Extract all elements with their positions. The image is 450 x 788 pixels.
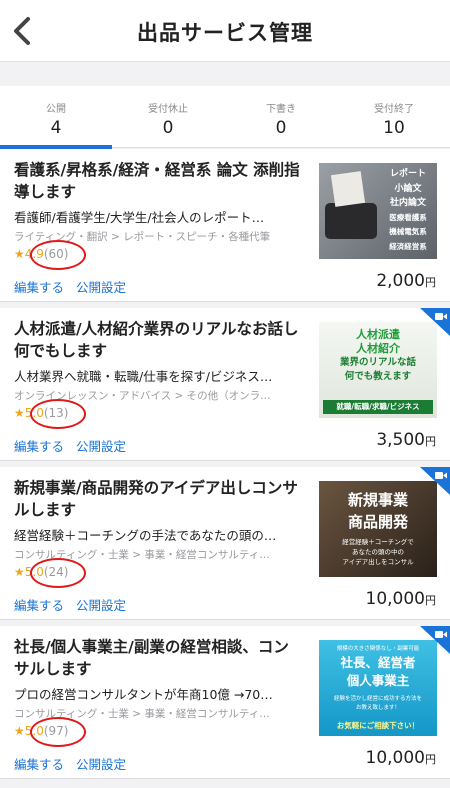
star-icon: ★ (14, 724, 25, 738)
tab-count: 10 (383, 118, 405, 138)
thumb-line: 医療看護系 (389, 212, 427, 222)
price: 3,500円 (376, 430, 436, 450)
highlight-circle-annotation (30, 399, 86, 429)
star-icon: ★ (14, 247, 25, 261)
price-value: 3,500 (376, 430, 425, 450)
tab-count: 0 (162, 118, 174, 138)
thumb-line: レポート (389, 169, 426, 179)
star-icon: ★ (14, 565, 25, 579)
highlight-circle-annotation (30, 558, 86, 588)
thumb-line: アイデア出しをコンサル (342, 558, 414, 566)
service-subtitle: 看護師/看護学生/大学生/社会人のレポート… (14, 210, 265, 225)
edit-link[interactable]: 編集する (14, 757, 64, 772)
star-icon: ★ (14, 406, 25, 420)
publish-settings-link[interactable]: 公開設定 (76, 439, 126, 454)
currency-unit: 円 (425, 594, 436, 607)
tab-label: 受付休止 (148, 104, 188, 115)
tab-label: 下書き (266, 104, 296, 115)
service-title: 社長/個人事業主/副業の経営相談、コンサルします (14, 638, 289, 678)
video-badge-icon (420, 626, 450, 654)
publish-settings-link[interactable]: 公開設定 (76, 757, 126, 772)
thumb-line: お気軽にご相談下さい！ (336, 721, 420, 730)
service-thumbnail[interactable]: 規模の大きさ関係なし・副業可能 社長、経営者 個人事業主 経験を活かし経営に成功… (319, 640, 437, 736)
price: 10,000円 (366, 748, 436, 768)
currency-unit: 円 (425, 276, 436, 289)
price-value: 10,000 (365, 748, 425, 768)
page-title: 出品サービス管理 (137, 21, 313, 45)
service-title: 看護系/昇格系/経済・経営系 論文 添削指導します (14, 161, 300, 201)
tab-closed[interactable]: 受付終了 10 (338, 86, 450, 148)
thumb-line: 業界のリアルな話 (340, 357, 416, 368)
typewriter-graphic (325, 203, 377, 239)
tab-label: 公開 (46, 104, 66, 115)
thumb-line: 経験を活かし経営に成功する方法を (333, 696, 422, 702)
service-subtitle: 人材業界へ就職・転職/仕事を探す/ビジネス… (14, 369, 273, 384)
currency-unit: 円 (425, 753, 436, 766)
tab-published[interactable]: 公開 4 (0, 86, 112, 149)
thumb-line: 小論文 (394, 183, 422, 194)
thumb-line: 社内論文 (389, 198, 426, 208)
thumb-line: あなたの頭の中の (352, 548, 404, 556)
thumb-line: 就職/転職/求職/ビジネス (323, 400, 433, 414)
service-title: 新規事業/商品開発のアイデア出しコンサルします (14, 479, 298, 519)
video-badge-icon (420, 308, 450, 336)
tab-paused[interactable]: 受付休止 0 (112, 86, 224, 148)
service-card[interactable]: 新規事業/商品開発のアイデア出しコンサルします 経営経験＋コーチングの手法であな… (0, 467, 450, 620)
service-subtitle: 経営経験＋コーチングの手法であなたの頭の… (14, 528, 277, 543)
bottom-gap (0, 780, 450, 788)
thumb-line: 商品開発 (347, 513, 408, 531)
service-card[interactable]: 看護系/昇格系/経済・経営系 論文 添削指導します 看護師/看護学生/大学生/社… (0, 149, 450, 302)
service-thumbnail[interactable]: 人材派遣 人材紹介 業界のリアルな話 何でも教えます 就職/転職/求職/ビジネス (319, 322, 437, 418)
service-subtitle: プロの経営コンサルタントが年商10億 →70… (14, 687, 273, 702)
tab-label: 受付終了 (374, 104, 414, 115)
status-tabs: 公開 4 受付休止 0 下書き 0 受付終了 10 (0, 86, 450, 149)
highlight-circle-annotation (30, 240, 86, 270)
section-gap (0, 62, 450, 86)
price-value: 2,000 (376, 271, 425, 291)
paper-graphic (330, 171, 366, 207)
publish-settings-link[interactable]: 公開設定 (76, 280, 126, 295)
service-card[interactable]: 人材派遣/人材紹介業界のリアルなお話し何でもします 人材業界へ就職・転職/仕事を… (0, 308, 450, 461)
thumb-line: 経営経験＋コーチングで (342, 538, 414, 546)
thumb-line: 機械電気系 (389, 227, 427, 236)
service-thumbnail[interactable]: レポート 小論文 社内論文 医療看護系 機械電気系 経済経営系 (319, 163, 437, 259)
service-card[interactable]: 社長/個人事業主/副業の経営相談、コンサルします プロの経営コンサルタントが年商… (0, 626, 450, 779)
highlight-circle-annotation (30, 717, 86, 747)
price: 10,000円 (366, 589, 436, 609)
tab-count: 4 (50, 118, 62, 138)
edit-link[interactable]: 編集する (14, 598, 64, 613)
thumb-line: 個人事業主 (346, 673, 410, 688)
service-thumbnail[interactable]: 新規事業 商品開発 経営経験＋コーチングで あなたの頭の中の アイデア出しをコン… (319, 481, 437, 577)
video-badge-icon (420, 467, 450, 495)
edit-link[interactable]: 編集する (14, 439, 64, 454)
thumb-line: 人材紹介 (356, 342, 400, 355)
service-title: 人材派遣/人材紹介業界のリアルなお話し何でもします (14, 320, 299, 360)
thumb-line: 経済経営系 (389, 241, 427, 251)
currency-unit: 円 (425, 435, 436, 448)
edit-link[interactable]: 編集する (14, 280, 64, 295)
publish-settings-link[interactable]: 公開設定 (76, 598, 126, 613)
price: 2,000円 (376, 271, 436, 291)
tab-drafts[interactable]: 下書き 0 (225, 86, 337, 148)
thumb-line: お教え致します！ (355, 705, 400, 711)
price-value: 10,000 (365, 589, 425, 609)
thumb-line: 社長、経営者 (340, 655, 416, 670)
tab-count: 0 (275, 118, 287, 138)
thumb-line: 何でも教えます (344, 371, 412, 382)
nav-header: 出品サービス管理 (0, 0, 450, 62)
